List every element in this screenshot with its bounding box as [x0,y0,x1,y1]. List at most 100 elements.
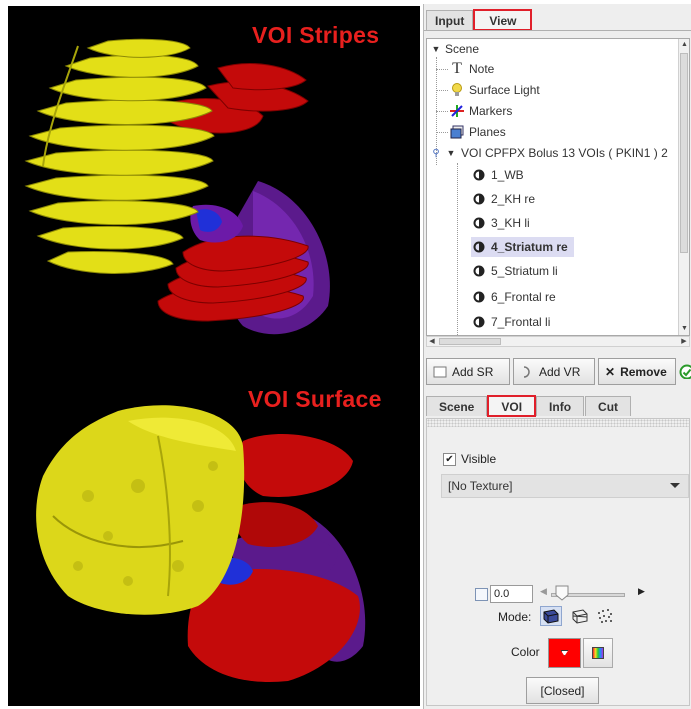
tree-connector [436,111,448,112]
wireframe-mode-icon [572,609,588,624]
tree-item-voi[interactable]: 6_Frontal re [471,287,556,307]
tree-item-voi-set[interactable]: ⚲ ▼ VOI CPFPX Bolus 13 VOIs ( PKIN1 ) 2 [431,143,668,163]
mode-wireframe-button[interactable] [570,607,590,625]
tree-item-label: Planes [469,125,506,139]
remove-label: Remove [620,364,667,379]
tab-cut[interactable]: Cut [585,396,632,416]
tree-item-label: Surface Light [469,83,540,97]
tree-item-label: Markers [469,104,513,118]
mode-points-button[interactable] [595,607,615,625]
tree-connector [436,90,448,91]
transparency-input[interactable]: 0.0 [490,585,533,603]
tree-vertical-scrollbar[interactable]: ▲ ▼ [678,39,689,335]
tree-item-label: 1_WB [491,168,524,182]
tree-connector [436,69,448,70]
voi-icon [471,263,487,279]
color-swatch-button[interactable] [548,638,581,668]
scroll-up-icon[interactable]: ▲ [680,40,689,50]
texture-select-value: [No Texture] [448,479,513,493]
visible-label: Visible [461,452,497,466]
tree-item-note[interactable]: T Note [449,59,494,79]
tree-item-label: Scene [445,42,480,56]
add-vr-button[interactable]: Add VR [513,358,595,385]
scroll-down-icon[interactable]: ▼ [680,324,689,334]
solid-mode-icon [543,609,559,624]
add-sr-label: Add SR [452,364,494,379]
voi-icon [471,314,487,330]
voi-icon [471,191,487,207]
panel-stipple [427,419,689,427]
tree-item-surface-light[interactable]: Surface Light [449,80,540,100]
add-vr-icon [520,365,534,379]
add-sr-icon [433,365,447,379]
chevron-down-icon [560,650,569,656]
tree-item-label: Note [469,62,495,76]
points-mode-icon [598,609,612,623]
voi-stripes-render [24,38,330,335]
tree-horizontal-scrollbar[interactable]: ◀ ▶ [426,336,690,347]
tree-item-label: 3_KH li [491,216,530,230]
tab-input[interactable]: Input [426,10,474,30]
voi-stripes-label: VOI Stripes [252,22,380,48]
slider-right-arrow-icon[interactable]: ▶ [638,586,645,597]
texture-select[interactable]: [No Texture] [441,474,689,498]
3d-render-view[interactable]: VOI Stripes VOI Surface [8,6,420,706]
voi-icon [471,239,487,255]
confirm-icon[interactable] [679,364,691,379]
tab-divider [424,30,691,38]
visible-checkbox[interactable]: ✔ [443,453,456,466]
markers-icon [449,103,465,119]
voi-surface-render [36,405,366,682]
tab-info[interactable]: Info [536,396,585,416]
lightbulb-icon [449,82,465,98]
tree-connector [436,132,448,133]
tab-scene[interactable]: Scene [426,396,488,416]
tree-item-label: 4_Striatum re [491,240,568,254]
top-tab-bar: Input View [426,8,533,31]
lower-tab-bar: Scene VOI Info Cut [426,394,632,417]
voi-icon [471,289,487,305]
tree-link-icon: ⚲ [432,147,440,159]
control-panel: Input View ▼ Scene T Note Surface Light [423,4,691,709]
tree-item-label: 6_Frontal re [491,290,556,304]
voi-surface-label: VOI Surface [248,386,382,412]
slider-left-arrow-icon[interactable]: ◀ [540,586,547,597]
tree-item-label: 7_Frontal li [491,315,551,329]
color-palette-button[interactable] [583,638,613,668]
tree-item-voi[interactable]: 2_KH re [471,189,535,209]
expand-triangle-icon[interactable]: ▼ [445,145,457,161]
tree-item-voi[interactable]: 7_Frontal li [471,312,550,332]
tree-item-voi[interactable]: 3_KH li [471,213,530,233]
closed-button[interactable]: [Closed] [526,677,599,704]
mode-solid-button[interactable] [540,606,562,626]
tab-voi[interactable]: VOI [487,395,537,417]
tree-item-markers[interactable]: Markers [449,101,512,121]
transparency-checkbox[interactable] [475,588,488,601]
tree-item-label: 5_Striatum li [491,264,558,278]
tab-view[interactable]: View [473,9,533,31]
mode-label: Mode: [498,610,532,624]
planes-icon [449,124,465,140]
voi-icon [471,215,487,231]
add-vr-label: Add VR [539,364,581,379]
scene-tree[interactable]: ▼ Scene T Note Surface Light Markers Pla… [426,38,690,336]
scrollbar-thumb[interactable] [439,338,501,345]
expand-triangle-icon[interactable]: ▼ [431,41,441,57]
tree-item-scene[interactable]: ▼ Scene [431,39,480,59]
color-palette-icon [592,647,604,659]
tree-item-planes[interactable]: Planes [449,122,506,142]
tree-item-voi-selected[interactable]: 4_Striatum re [471,237,574,257]
text-T-icon: T [452,60,462,77]
tree-item-voi[interactable]: 5_Striatum li [471,261,558,281]
scroll-right-icon[interactable]: ▶ [679,337,689,346]
add-sr-button[interactable]: Add SR [426,358,510,385]
tree-item-voi[interactable]: 1_WB [471,165,524,185]
scrollbar-thumb[interactable] [680,53,688,253]
tree-item-label: VOI CPFPX Bolus 13 VOIs ( PKIN1 ) 2 [461,146,668,160]
scroll-left-icon[interactable]: ◀ [427,337,437,346]
voi-icon [471,167,487,183]
close-icon: ✕ [605,364,616,379]
voi-properties-panel: ✔ Visible [No Texture] 0.0 ◀ ▶ Mode: Col… [426,418,690,706]
slider-thumb[interactable] [555,585,569,601]
remove-button[interactable]: ✕ Remove [598,358,676,385]
